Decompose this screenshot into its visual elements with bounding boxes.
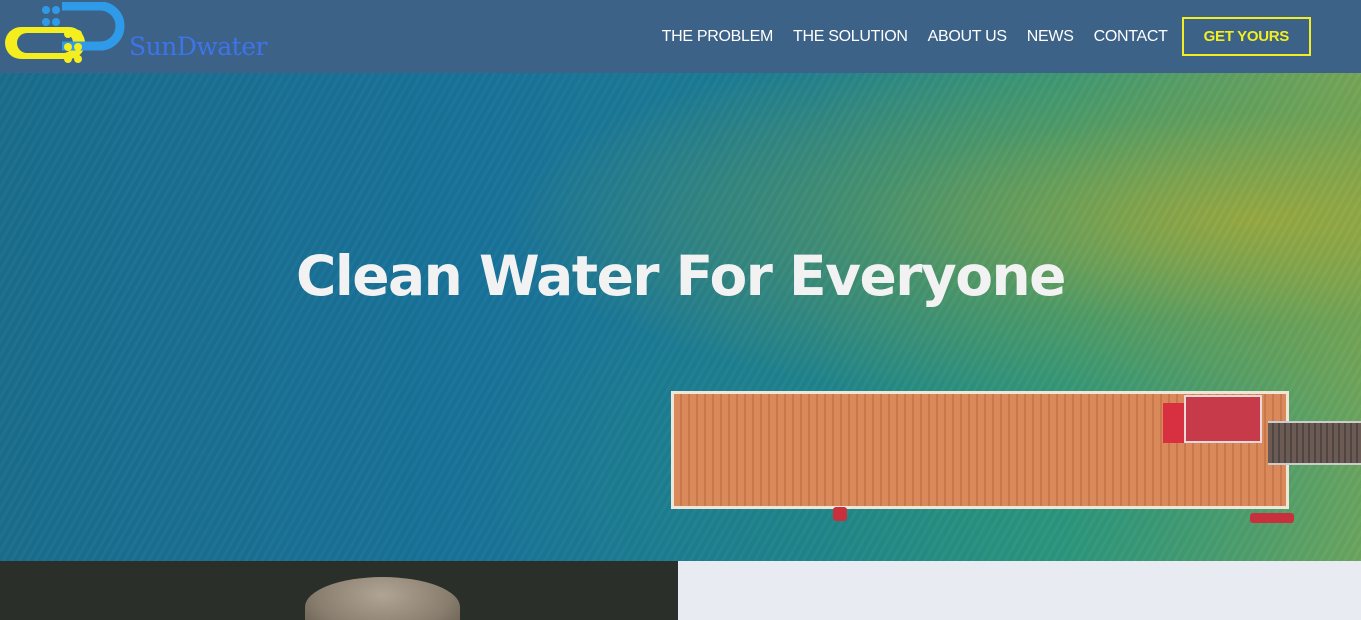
rock-image: [305, 577, 460, 620]
section-image: [0, 561, 678, 620]
buoy: [1250, 513, 1294, 523]
nav-link-the-solution[interactable]: THE SOLUTION: [793, 28, 908, 46]
nav-link-about-us[interactable]: ABOUT US: [928, 28, 1007, 46]
dock-shed: [1184, 395, 1262, 443]
nav-link-news[interactable]: NEWS: [1027, 28, 1074, 46]
nav-link-the-problem[interactable]: THE PROBLEM: [662, 28, 774, 46]
hero-title: Clean Water For Everyone: [296, 244, 1066, 308]
buoy: [833, 507, 847, 521]
hero-section: Clean Water For Everyone: [0, 73, 1361, 561]
get-yours-button[interactable]: GET YOURS: [1181, 17, 1311, 56]
nav-link-contact[interactable]: CONTACT: [1094, 28, 1168, 46]
dock-detail: [1163, 403, 1185, 443]
section-panel: [678, 561, 1361, 620]
main-nav: THE PROBLEM THE SOLUTION ABOUT US NEWS C…: [642, 0, 1311, 73]
site-header: SunDwater THE PROBLEM THE SOLUTION ABOUT…: [0, 0, 1361, 73]
site-logo[interactable]: SunDwater: [2, 2, 282, 68]
dock-walkway: [1268, 421, 1361, 465]
brand-name: SunDwater: [129, 32, 267, 61]
logo-mark-icon: [5, 2, 125, 63]
